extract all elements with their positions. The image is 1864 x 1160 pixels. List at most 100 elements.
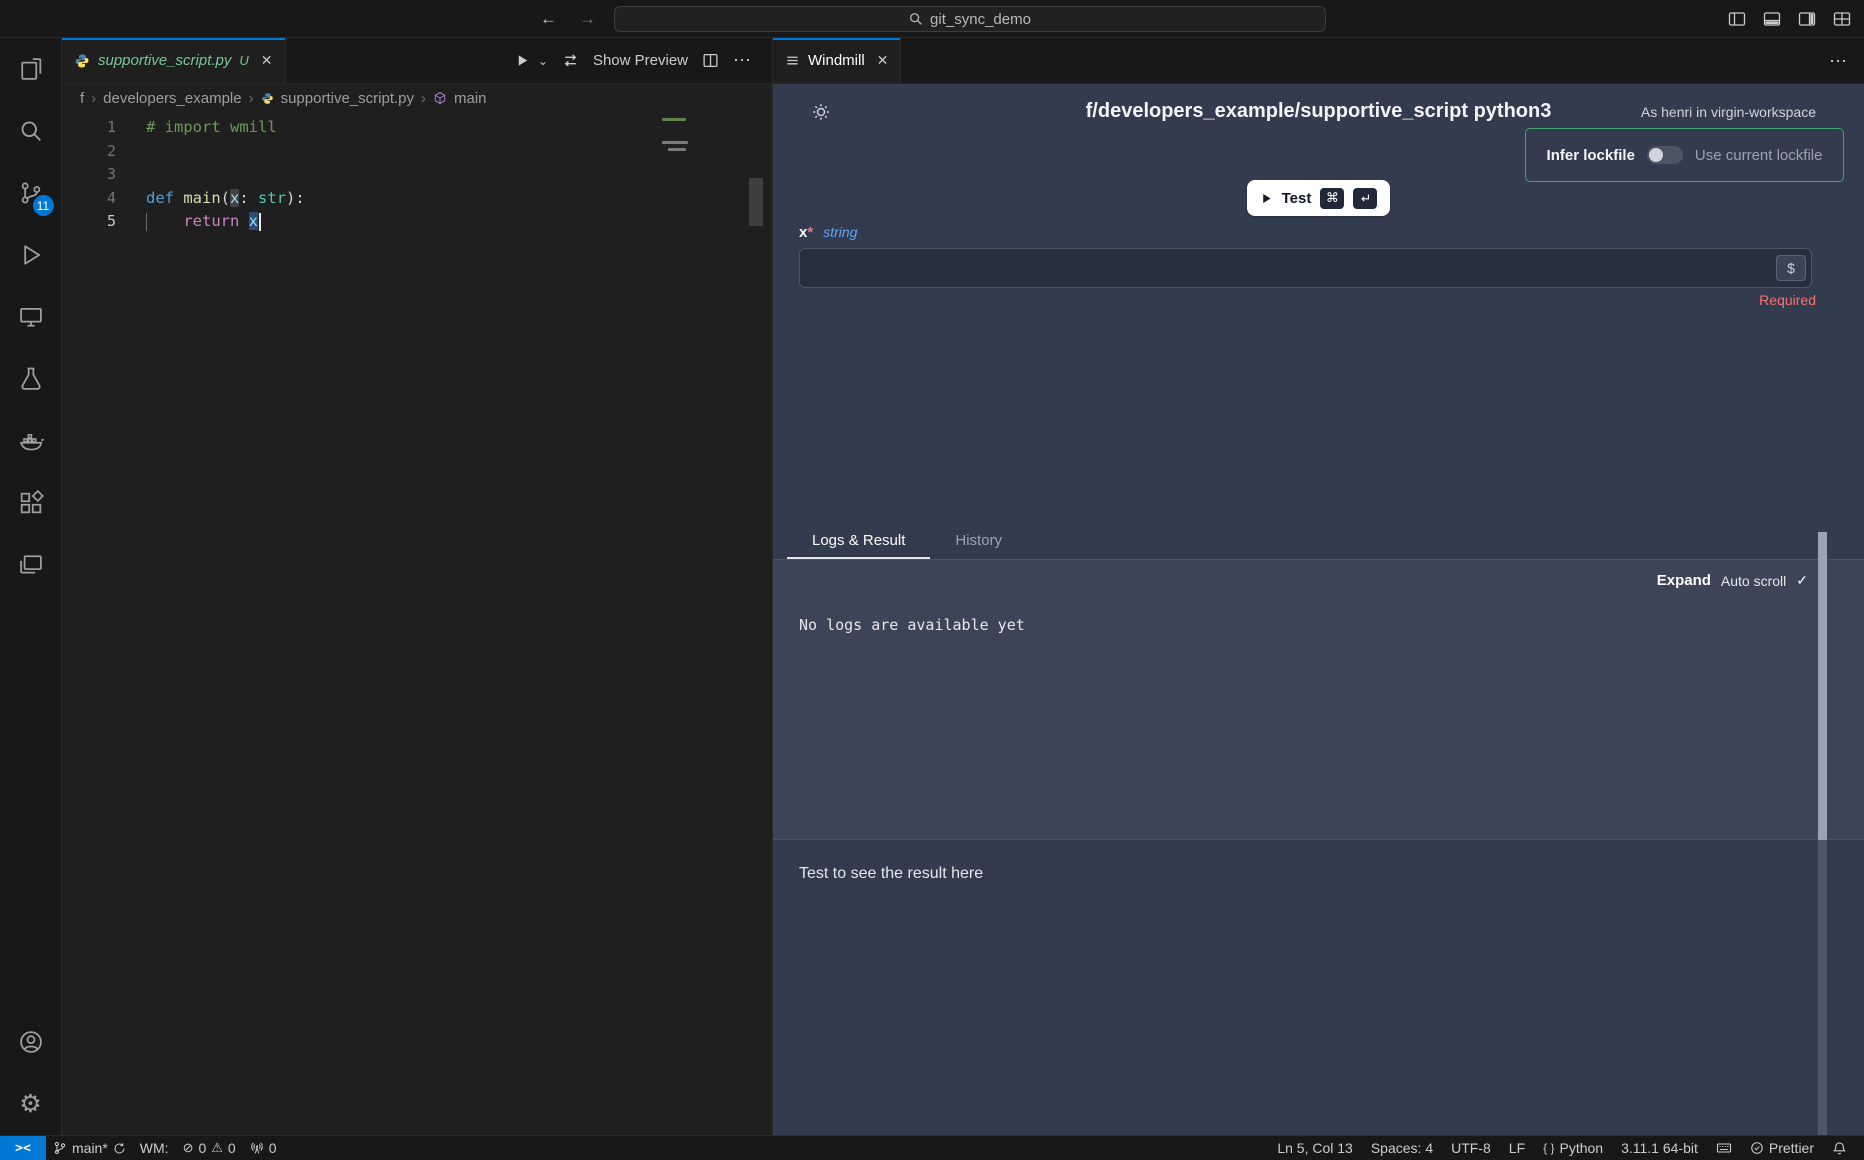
expand-button[interactable]: Expand: [1657, 572, 1711, 589]
git-branch-icon: [53, 1141, 67, 1155]
forward-icon[interactable]: →: [579, 9, 596, 29]
more-actions-icon[interactable]: ⋯: [1829, 51, 1848, 72]
python-file-icon: [74, 53, 90, 69]
keyboard-status[interactable]: [1707, 1136, 1741, 1160]
python-interpreter-status[interactable]: 3.11.1 64-bit: [1612, 1136, 1707, 1160]
docker-icon[interactable]: [0, 410, 62, 472]
breadcrumb-symbol[interactable]: main: [454, 90, 487, 107]
bell-icon: [1832, 1141, 1847, 1156]
auto-scroll-toggle[interactable]: Auto scroll: [1721, 573, 1786, 589]
toggle-panel-icon[interactable]: [1762, 9, 1782, 29]
encoding-status[interactable]: UTF-8: [1442, 1136, 1500, 1160]
testing-icon[interactable]: [0, 348, 62, 410]
more-actions-icon[interactable]: ⋯: [733, 50, 752, 71]
run-python-file-icon[interactable]: [515, 53, 530, 68]
code-lines: # import wmilldef main(x: str): return x: [146, 112, 772, 1160]
required-message: Required: [1759, 292, 1816, 308]
remote-indicator[interactable]: ><: [0, 1136, 46, 1160]
remote-window-icon[interactable]: [0, 534, 62, 596]
tab-windmill[interactable]: Windmill ✕: [773, 38, 901, 83]
notifications-bell[interactable]: [1823, 1136, 1856, 1160]
indentation-status[interactable]: Spaces: 4: [1362, 1136, 1442, 1160]
toggle-primary-sidebar-icon[interactable]: [1727, 9, 1747, 29]
tab-git-status: U: [239, 53, 248, 68]
editor-group-windmill: Windmill ✕ ⋯ f/developers_example/suppor…: [773, 38, 1864, 1135]
code-editor[interactable]: 12345 # import wmilldef main(x: str): re…: [62, 112, 772, 1160]
python-file-icon: [261, 92, 274, 105]
infer-lockfile-label: Infer lockfile: [1547, 147, 1635, 164]
chevron-right-icon: ›: [421, 90, 426, 107]
remote-explorer-icon[interactable]: [0, 286, 62, 348]
panel-scrollbar[interactable]: [1818, 532, 1827, 1135]
settings-gear-icon[interactable]: ⚙: [0, 1073, 62, 1135]
minimap[interactable]: [662, 118, 688, 156]
result-tabs: Logs & Result History: [773, 524, 1864, 560]
run-debug-icon[interactable]: [0, 224, 62, 286]
git-branch-status[interactable]: main*: [46, 1136, 133, 1160]
eol-status[interactable]: LF: [1500, 1136, 1534, 1160]
extensions-icon[interactable]: [0, 472, 62, 534]
check-icon: ✓: [1796, 572, 1808, 589]
error-icon: ⊘: [183, 1140, 194, 1156]
windmill-status[interactable]: WM:: [133, 1136, 176, 1160]
test-button[interactable]: Test ⌘: [1247, 180, 1391, 216]
tab-label: supportive_script.py: [98, 52, 231, 69]
activity-bar: 11 ⚙: [0, 38, 62, 1135]
search-view-icon[interactable]: [0, 100, 62, 162]
status-bar: >< main* WM: ⊘ 0 ⚠ 0 0 Ln 5, Col 13: [0, 1135, 1864, 1160]
cursor-position-status[interactable]: Ln 5, Col 13: [1268, 1136, 1362, 1160]
explorer-icon[interactable]: [0, 38, 62, 100]
breadcrumb-folder[interactable]: developers_example: [103, 90, 241, 107]
accounts-icon[interactable]: [0, 1011, 62, 1073]
language-mode-status[interactable]: { } Python: [1534, 1136, 1612, 1160]
keyboard-icon: [1716, 1140, 1732, 1156]
tab-label: Windmill: [808, 52, 865, 69]
back-icon[interactable]: ←: [540, 9, 557, 29]
ports-status[interactable]: 0: [243, 1136, 284, 1160]
radio-tower-icon: [250, 1141, 264, 1155]
windmill-list-icon: [785, 53, 800, 68]
chevron-right-icon: ›: [249, 90, 254, 107]
vscode-window: ← → git_sync_demo: [0, 0, 1864, 1160]
tab-close-icon[interactable]: ✕: [877, 52, 889, 69]
breadcrumb-root[interactable]: f: [80, 90, 84, 107]
braces-icon: { }: [1543, 1141, 1554, 1155]
editor-tab-bar: supportive_script.py U ✕ ⌄ Show Preview …: [62, 38, 772, 84]
editor-scrollbar[interactable]: [749, 178, 763, 226]
prettier-status[interactable]: Prettier: [1741, 1136, 1823, 1160]
variable-picker-button[interactable]: $: [1776, 255, 1806, 281]
breadcrumb: f › developers_example › supportive_scri…: [62, 84, 772, 112]
source-control-icon[interactable]: 11: [0, 162, 62, 224]
split-editor-icon[interactable]: [702, 52, 719, 69]
show-preview-button[interactable]: Show Preview: [593, 52, 688, 69]
tab-close-icon[interactable]: ✕: [261, 52, 273, 69]
tab-history[interactable]: History: [930, 524, 1027, 559]
result-pane: Test to see the result here: [773, 841, 1864, 1135]
script-language: python3: [1474, 100, 1552, 122]
lockfile-options: Infer lockfile Use current lockfile: [1525, 128, 1844, 182]
search-value: git_sync_demo: [930, 11, 1031, 28]
logs-pane: Expand Auto scroll ✓ No logs are availab…: [773, 560, 1864, 840]
tab-supportive-script[interactable]: supportive_script.py U ✕: [62, 38, 286, 83]
breadcrumb-file[interactable]: supportive_script.py: [281, 90, 414, 107]
open-changes-icon[interactable]: [562, 52, 579, 69]
command-center-search[interactable]: git_sync_demo: [614, 6, 1326, 32]
chevron-right-icon: ›: [91, 90, 96, 107]
tab-logs-result[interactable]: Logs & Result: [787, 524, 930, 559]
arg-x-input[interactable]: [799, 248, 1812, 288]
play-icon: [1260, 192, 1273, 205]
sync-icon: [113, 1142, 126, 1155]
windmill-tab-bar: Windmill ✕ ⋯: [773, 38, 1864, 84]
logs-empty-message: No logs are available yet: [799, 616, 1025, 634]
gutter: 12345: [62, 112, 146, 1160]
editor-group-code: supportive_script.py U ✕ ⌄ Show Preview …: [62, 38, 773, 1135]
infer-lockfile-toggle[interactable]: [1647, 146, 1683, 164]
problems-status[interactable]: ⊘ 0 ⚠ 0: [176, 1136, 243, 1160]
editor-toolbar: ⌄ Show Preview ⋯: [515, 38, 772, 83]
customize-layout-icon[interactable]: [1832, 9, 1852, 29]
arg-field-label: x*string: [799, 224, 857, 241]
warning-icon: ⚠: [211, 1140, 223, 1156]
symbol-method-icon: [433, 91, 447, 105]
toggle-secondary-sidebar-icon[interactable]: [1797, 9, 1817, 29]
run-dropdown-icon[interactable]: ⌄: [538, 54, 548, 68]
